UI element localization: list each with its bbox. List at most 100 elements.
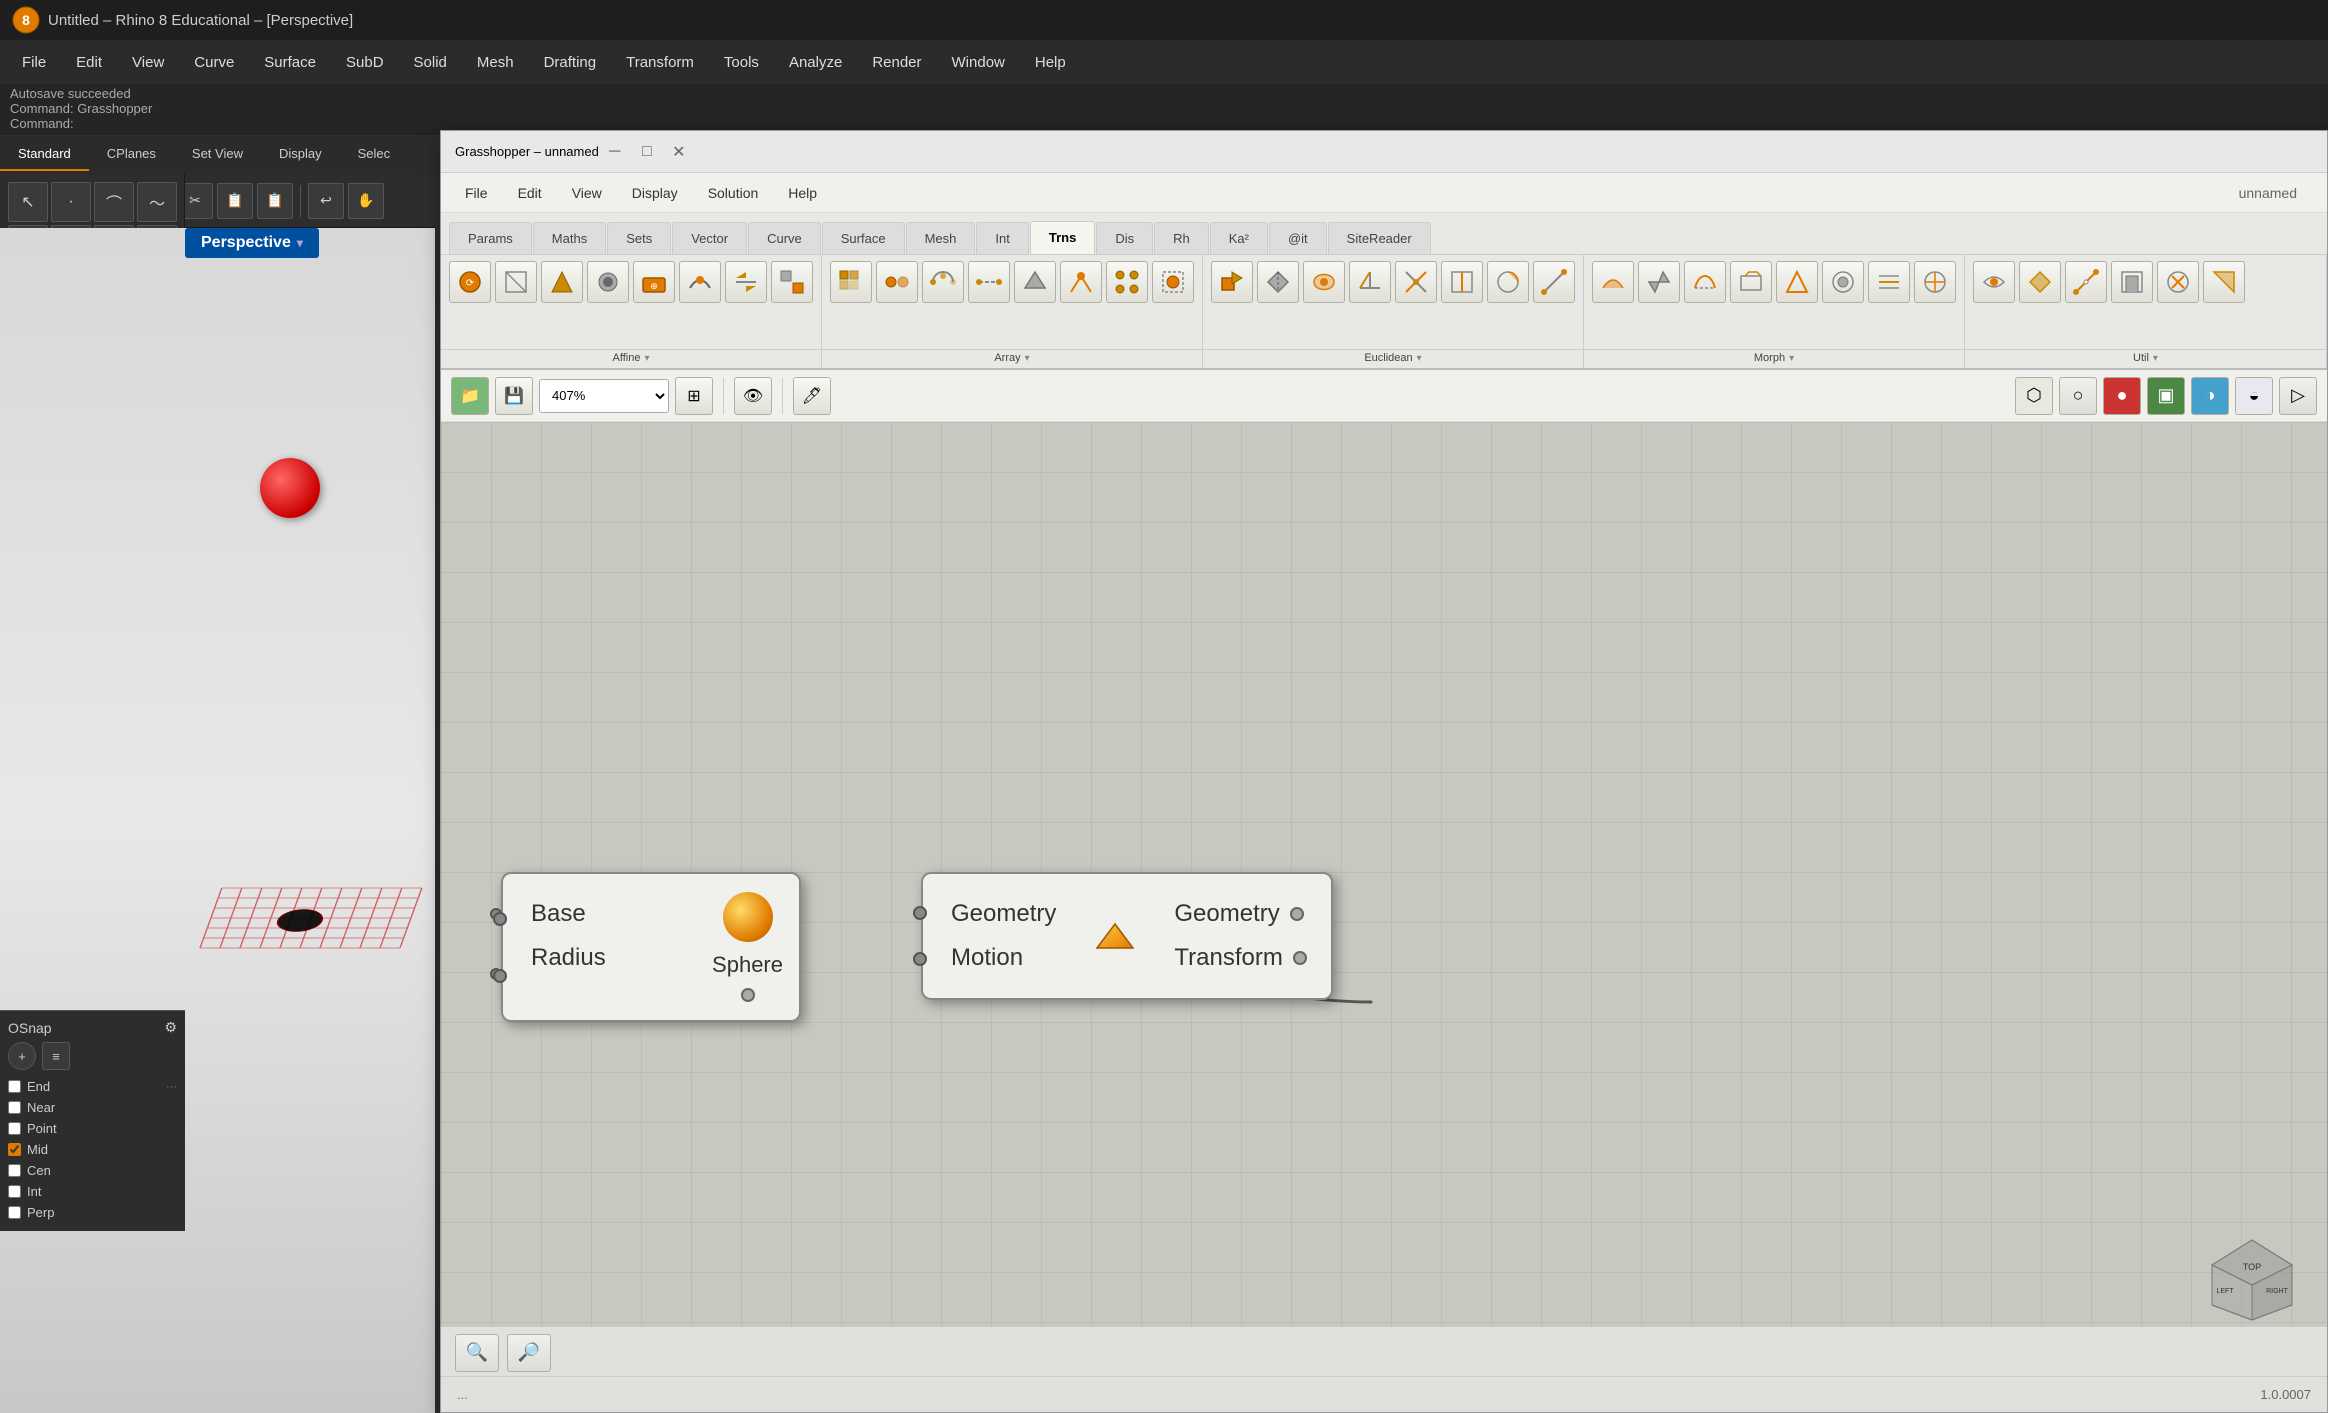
ribbon-icon-affine-5[interactable]: ⊕ [633,261,675,303]
tab-mesh[interactable]: Mesh [906,222,976,254]
ribbon-icon-morph-8[interactable] [1914,261,1956,303]
tab-curve[interactable]: Curve [748,222,821,254]
gh-view-btn-4[interactable]: ▣ [2147,377,2185,415]
menu-analyze[interactable]: Analyze [775,48,856,77]
gh-node-sphere-clean[interactable]: Base Radius Sphere [501,872,801,1022]
tool-point[interactable]: · [51,182,91,222]
tab-setview[interactable]: Set View [174,138,261,171]
gh-zoom-out-btn[interactable]: 🔎 [507,1334,551,1372]
tool-curve2[interactable]: 〜 [137,182,177,222]
gh-menu-edit[interactable]: Edit [504,179,556,207]
osnap-perp-checkbox[interactable] [8,1206,21,1219]
osnap-cen-checkbox[interactable] [8,1164,21,1177]
ribbon-icon-eucl-2[interactable] [1257,261,1299,303]
ribbon-icon-util-2[interactable] [2019,261,2061,303]
gh-zoom-select[interactable]: 407% [539,379,669,413]
menu-help[interactable]: Help [1021,48,1080,77]
gh-node-transform-clean[interactable]: Geometry Motion Geometry [921,872,1333,1000]
viewport-label[interactable]: Perspective ▾ [185,228,319,258]
toolbar-paste[interactable]: 📋 [257,183,293,219]
ribbon-icon-eucl-6[interactable] [1441,261,1483,303]
osnap-gear-icon[interactable]: ⚙ [164,1019,177,1036]
gh-btn-save[interactable]: 💾 [495,377,533,415]
ribbon-icon-array-7[interactable] [1106,261,1148,303]
ribbon-icon-eucl-7[interactable] [1487,261,1529,303]
tab-surface[interactable]: Surface [822,222,905,254]
ribbon-icon-morph-6[interactable] [1822,261,1864,303]
gh-menu-solution[interactable]: Solution [694,179,773,207]
ribbon-icon-eucl-3[interactable] [1303,261,1345,303]
tab-cplanes[interactable]: CPlanes [89,138,174,171]
gh-btn-folder[interactable]: 📁 [451,377,489,415]
ribbon-icon-util-5[interactable] [2157,261,2199,303]
ribbon-icon-array-1[interactable] [830,261,872,303]
ribbon-icon-affine-1[interactable]: ⟳ [449,261,491,303]
ribbon-icon-array-2[interactable] [876,261,918,303]
tab-dis[interactable]: Dis [1096,222,1153,254]
menu-file[interactable]: File [8,48,60,77]
tab-display[interactable]: Display [261,138,340,171]
ribbon-icon-morph-5[interactable] [1776,261,1818,303]
menu-view[interactable]: View [118,48,178,77]
tab-rh[interactable]: Rh [1154,222,1209,254]
gh-minimize-btn[interactable]: ─ [599,138,631,166]
gh-maximize-btn[interactable]: □ [631,138,663,166]
osnap-mid-checkbox[interactable] [8,1143,21,1156]
gh-view-btn-5[interactable]: ◑ [2191,377,2229,415]
gh-btn-bake[interactable]: 🖊 [793,377,831,415]
osnap-end-checkbox[interactable] [8,1080,21,1093]
ribbon-icon-eucl-1[interactable] [1211,261,1253,303]
tab-selec[interactable]: Selec [340,138,409,171]
ribbon-icon-morph-2[interactable] [1638,261,1680,303]
ribbon-icon-util-6[interactable] [2203,261,2245,303]
ribbon-icon-util-1[interactable] [1973,261,2015,303]
menu-solid[interactable]: Solid [400,48,461,77]
gh-menu-display[interactable]: Display [618,179,692,207]
osnap-point-checkbox[interactable] [8,1122,21,1135]
ribbon-icon-morph-3[interactable] [1684,261,1726,303]
tab-sitereader[interactable]: SiteReader [1328,222,1431,254]
osnap-add-btn[interactable]: + [8,1042,36,1070]
ribbon-icon-util-4[interactable] [2111,261,2153,303]
menu-mesh[interactable]: Mesh [463,48,528,77]
toolbar-undo[interactable]: ↩ [308,183,344,219]
menu-subd[interactable]: SubD [332,48,398,77]
tab-trns[interactable]: Trns [1030,221,1095,254]
osnap-filter-btn[interactable]: ≡ [42,1042,70,1070]
ribbon-icon-morph-7[interactable] [1868,261,1910,303]
ribbon-icon-eucl-8[interactable] [1533,261,1575,303]
menu-transform[interactable]: Transform [612,48,708,77]
menu-window[interactable]: Window [938,48,1019,77]
ribbon-icon-array-5[interactable] [1014,261,1056,303]
ribbon-icon-eucl-5[interactable] [1395,261,1437,303]
gh-menu-help[interactable]: Help [774,179,831,207]
gh-btn-eye[interactable]: 👁 [734,377,772,415]
gh-zoom-in-btn[interactable]: 🔍 [455,1334,499,1372]
ribbon-icon-morph-1[interactable] [1592,261,1634,303]
tab-int[interactable]: Int [976,222,1028,254]
tool-select[interactable]: ↖ [8,182,48,222]
ribbon-icon-util-3[interactable] [2065,261,2107,303]
gh-close-btn[interactable]: ✕ [663,138,695,166]
osnap-near-checkbox[interactable] [8,1101,21,1114]
gh-view-btn-6[interactable]: ◒ [2235,377,2273,415]
menu-edit[interactable]: Edit [62,48,116,77]
gh-menu-file[interactable]: File [451,179,502,207]
ribbon-icon-array-8[interactable] [1152,261,1194,303]
ribbon-icon-affine-3[interactable] [541,261,583,303]
tab-maths[interactable]: Maths [533,222,606,254]
gh-view-btn-2[interactable]: ○ [2059,377,2097,415]
gh-view-btn-7[interactable]: ▷ [2279,377,2317,415]
menu-render[interactable]: Render [858,48,935,77]
toolbar-pan[interactable]: ✋ [348,183,384,219]
gh-view-btn-1[interactable]: ⬡ [2015,377,2053,415]
ribbon-icon-affine-8[interactable] [771,261,813,303]
gh-view-btn-3[interactable]: ● [2103,377,2141,415]
tab-sets[interactable]: Sets [607,222,671,254]
ribbon-icon-affine-2[interactable] [495,261,537,303]
ribbon-icon-array-4[interactable] [968,261,1010,303]
ribbon-icon-affine-4[interactable] [587,261,629,303]
ribbon-icon-array-6[interactable] [1060,261,1102,303]
ribbon-icon-affine-6[interactable] [679,261,721,303]
ribbon-icon-morph-4[interactable] [1730,261,1772,303]
